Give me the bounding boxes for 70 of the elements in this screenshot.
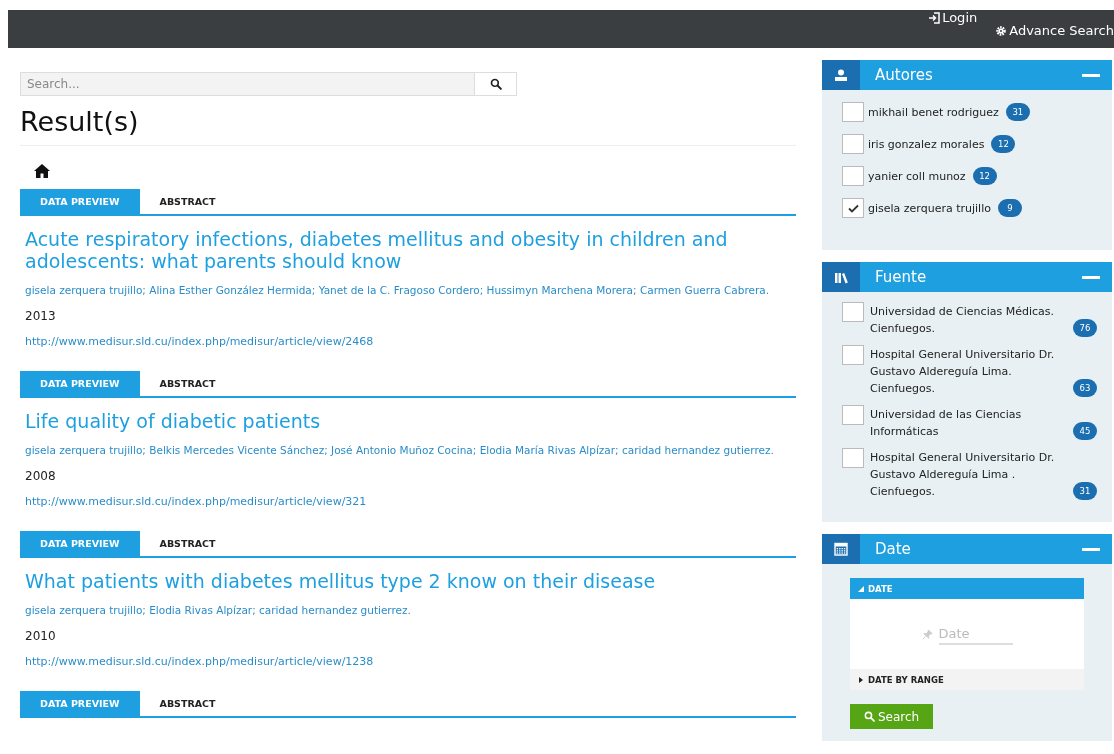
source-label: Hospital General Universitario Dr. Gustavo Aldereguía Lima. Cienfuegos. <box>870 347 1056 397</box>
result-title[interactable]: What patients with diabetes mellitus type 2 know on their disease <box>25 570 791 592</box>
user-icon <box>834 68 848 82</box>
source-label: Universidad de Ciencias Médicas. Cienfuegos. <box>870 304 1055 337</box>
books-icon <box>834 270 848 284</box>
result-year: 2008 <box>25 469 57 483</box>
tab[interactable]: ABSTRACT <box>139 691 236 716</box>
result-year: 2013 <box>25 309 57 323</box>
checkbox[interactable] <box>842 448 864 468</box>
tab[interactable]: DATA PREVIEW <box>20 189 140 214</box>
count-badge: 76 <box>1073 319 1097 337</box>
search-icon <box>489 78 502 90</box>
checkbox[interactable] <box>842 345 864 365</box>
collapse-button[interactable] <box>1082 73 1100 77</box>
accordion-header[interactable]: DATE BY RANGE <box>850 669 1084 690</box>
advance-search-link[interactable]: Advance Search <box>995 23 1114 38</box>
result-authors: gisela zerquera trujillo; Elodia Rivas Alpízar; caridad hernandez gutierrez. <box>25 603 412 618</box>
page-heading: Result(s) <box>20 106 796 146</box>
checkbox[interactable] <box>842 166 864 186</box>
count-badge: 63 <box>1073 379 1097 397</box>
result-authors: gisela zerquera trujillo; Alina Esther González Hermida; Yanet de la C. Fragoso Cordero; Hussimyn Marchena Morera; Carmen Guerra Cabrera. <box>25 283 771 298</box>
login-link[interactable]: Login <box>928 10 978 25</box>
result-link[interactable]: http://www.medisur.sld.cu/index.php/medisur/article/view/321 <box>25 495 367 508</box>
panel-title: Fuente <box>875 268 928 286</box>
checkbox[interactable] <box>842 134 864 154</box>
check-icon <box>847 203 859 213</box>
search-field[interactable]: Search... <box>20 72 475 96</box>
search-button[interactable] <box>475 72 517 96</box>
author-label: yanier coll munoz <box>868 169 966 183</box>
pin-icon <box>921 628 933 640</box>
calendar-icon <box>834 542 848 556</box>
checkbox[interactable] <box>842 405 864 425</box>
login-icon <box>928 11 941 24</box>
result-link[interactable]: http://www.medisur.sld.cu/index.php/medisur/article/view/2468 <box>25 335 374 348</box>
author-label: mikhail benet rodriguez <box>868 105 999 119</box>
result-year: 2010 <box>25 629 57 643</box>
tab[interactable]: ABSTRACT <box>139 371 236 396</box>
count-badge: 12 <box>972 167 997 185</box>
checkbox[interactable] <box>842 102 864 122</box>
source-label: Hospital General Universitario Dr. Gustavo Aldereguía Lima . Cienfuegos. <box>870 450 1056 500</box>
checkbox[interactable] <box>842 198 864 218</box>
panel-title: Date <box>875 540 912 558</box>
result-title[interactable]: Acute respiratory infections, diabetes mellitus and obesity in children and adolescents: what parents should know <box>25 228 791 272</box>
tab[interactable]: DATA PREVIEW <box>20 531 140 556</box>
tab[interactable]: ABSTRACT <box>139 531 236 556</box>
count-badge: 31 <box>1005 103 1030 121</box>
panel-title: Autores <box>875 66 934 84</box>
author-label: gisela zerquera trujillo <box>868 201 991 215</box>
result-title[interactable]: Life quality of diabetic patients <box>25 410 791 432</box>
tab[interactable]: ABSTRACT <box>139 189 236 214</box>
gear-icon <box>995 24 1008 37</box>
author-label: iris gonzalez morales <box>868 137 985 151</box>
search-icon <box>864 711 875 722</box>
accordion-header[interactable]: DATE <box>850 578 1084 599</box>
caret-right-icon <box>858 676 864 683</box>
checkbox[interactable] <box>842 302 864 322</box>
count-badge: 9 <box>997 199 1022 217</box>
caret-down-icon <box>858 585 864 592</box>
collapse-button[interactable] <box>1082 547 1100 551</box>
collapse-button[interactable] <box>1082 275 1100 279</box>
search-button[interactable]: Search <box>850 704 934 729</box>
home-icon[interactable] <box>34 164 50 178</box>
result-link[interactable]: http://www.medisur.sld.cu/index.php/medisur/article/view/1238 <box>25 655 374 668</box>
result-authors: gisela zerquera trujillo; Belkis Mercedes Vicente Sánchez; José Antonio Muñoz Cocina; Elodia María Rivas Alpízar; caridad hernandez gutierrez. <box>25 443 775 458</box>
count-badge: 12 <box>991 135 1016 153</box>
count-badge: 45 <box>1073 422 1097 440</box>
source-label: Universidad de las Ciencias Informáticas <box>870 407 1023 440</box>
count-badge: 31 <box>1073 482 1097 500</box>
tab[interactable]: DATA PREVIEW <box>20 691 140 716</box>
tab[interactable]: DATA PREVIEW <box>20 371 140 396</box>
